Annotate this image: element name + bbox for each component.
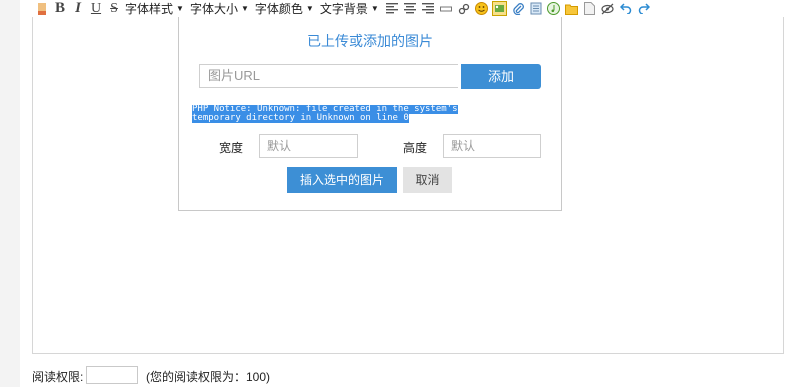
height-input[interactable]: 默认 (443, 134, 541, 158)
italic-button[interactable]: I (69, 0, 87, 17)
image-url-input[interactable]: 图片URL (199, 64, 458, 88)
underline-button[interactable]: U (87, 1, 105, 17)
selected-notice-text: PHP Notice: Unknown: file created in the… (192, 105, 458, 123)
bold-button[interactable]: B (51, 0, 69, 17)
read-permission-input[interactable] (86, 366, 138, 384)
align-left-icon[interactable] (383, 1, 401, 17)
text-background-label: 文字背景 (319, 2, 368, 16)
editor-toolbar: B I U S 字体样式 ▼ 字体大小 ▼ 字体颜色 ▼ 文字背景 ▼ (33, 0, 783, 17)
music-icon[interactable] (545, 1, 563, 17)
height-label: 高度 (403, 141, 428, 155)
font-color-dropdown[interactable]: 字体颜色 ▼ (253, 1, 318, 17)
align-center-icon[interactable] (401, 1, 419, 17)
link-icon[interactable] (455, 1, 473, 17)
image-icon[interactable] (491, 1, 509, 17)
width-input[interactable]: 默认 (259, 134, 358, 158)
chevron-down-icon: ▼ (240, 4, 249, 13)
add-button[interactable]: 添加 (461, 64, 541, 89)
folder-icon[interactable] (563, 1, 581, 17)
image-dialog: 已上传或添加的图片 图片URL 添加 PHP Notice: Unknown: … (178, 17, 562, 211)
read-permission-hint: (您的阅读权限为：100) (146, 370, 271, 384)
cancel-button[interactable]: 取消 (403, 167, 452, 193)
chevron-down-icon: ▼ (176, 4, 184, 13)
text-background-dropdown[interactable]: 文字背景 ▼ (318, 1, 383, 17)
emoticon-icon[interactable] (473, 1, 491, 17)
font-style-label: 字体样式 (125, 2, 174, 16)
font-style-dropdown[interactable]: 字体样式 ▼ (123, 1, 188, 17)
font-size-dropdown[interactable]: 字体大小 ▼ (188, 1, 253, 17)
dialog-title: 已上传或添加的图片 (307, 33, 433, 49)
page-gutter (0, 0, 20, 387)
font-color-label: 字体颜色 (254, 2, 303, 16)
redo-icon[interactable] (635, 1, 653, 17)
code-icon[interactable] (527, 1, 545, 17)
strikethrough-button[interactable]: S (105, 1, 123, 17)
attachment-icon[interactable] (509, 1, 527, 17)
read-permission-label: 阅读权限: (32, 370, 84, 384)
chevron-down-icon: ▼ (370, 4, 379, 13)
php-notice-text: PHP Notice: Unknown: file created in the… (192, 105, 505, 123)
horizontal-rule-icon[interactable] (437, 1, 455, 17)
width-label: 宽度 (219, 141, 244, 155)
align-right-icon[interactable] (419, 1, 437, 17)
eraser-icon[interactable] (33, 1, 51, 17)
chevron-down-icon: ▼ (305, 4, 314, 13)
font-size-label: 字体大小 (189, 2, 238, 16)
document-icon[interactable] (581, 1, 599, 17)
hide-icon[interactable] (599, 1, 617, 17)
undo-icon[interactable] (617, 1, 635, 17)
insert-selected-image-button[interactable]: 插入选中的图片 (287, 167, 397, 193)
